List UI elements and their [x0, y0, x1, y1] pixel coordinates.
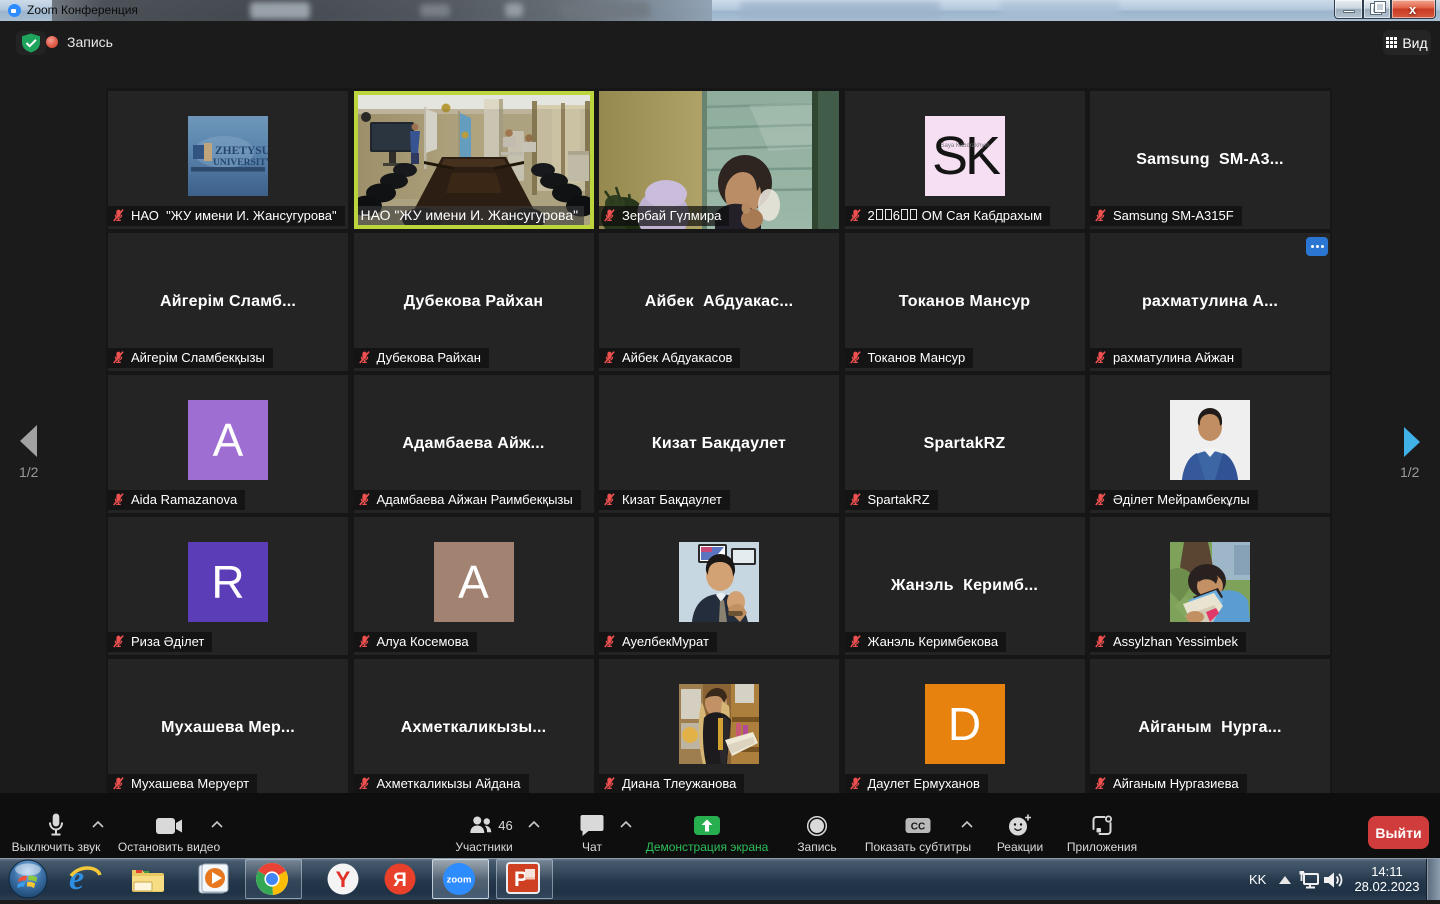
svg-text:e: e: [69, 861, 84, 895]
svg-text:SK: SK: [931, 126, 1000, 186]
svg-text:Y: Y: [336, 867, 351, 892]
svg-text:ZHETYSU: ZHETYSU: [215, 145, 268, 157]
svg-text:Saya Kabdrakhym: Saya Kabdrakhym: [940, 143, 989, 149]
svg-text:UNIVERSITY: UNIVERSITY: [213, 158, 268, 168]
svg-text:zoom: zoom: [447, 875, 472, 886]
svg-text:Я: Я: [393, 870, 407, 891]
svg-text:CC: CC: [911, 822, 925, 833]
